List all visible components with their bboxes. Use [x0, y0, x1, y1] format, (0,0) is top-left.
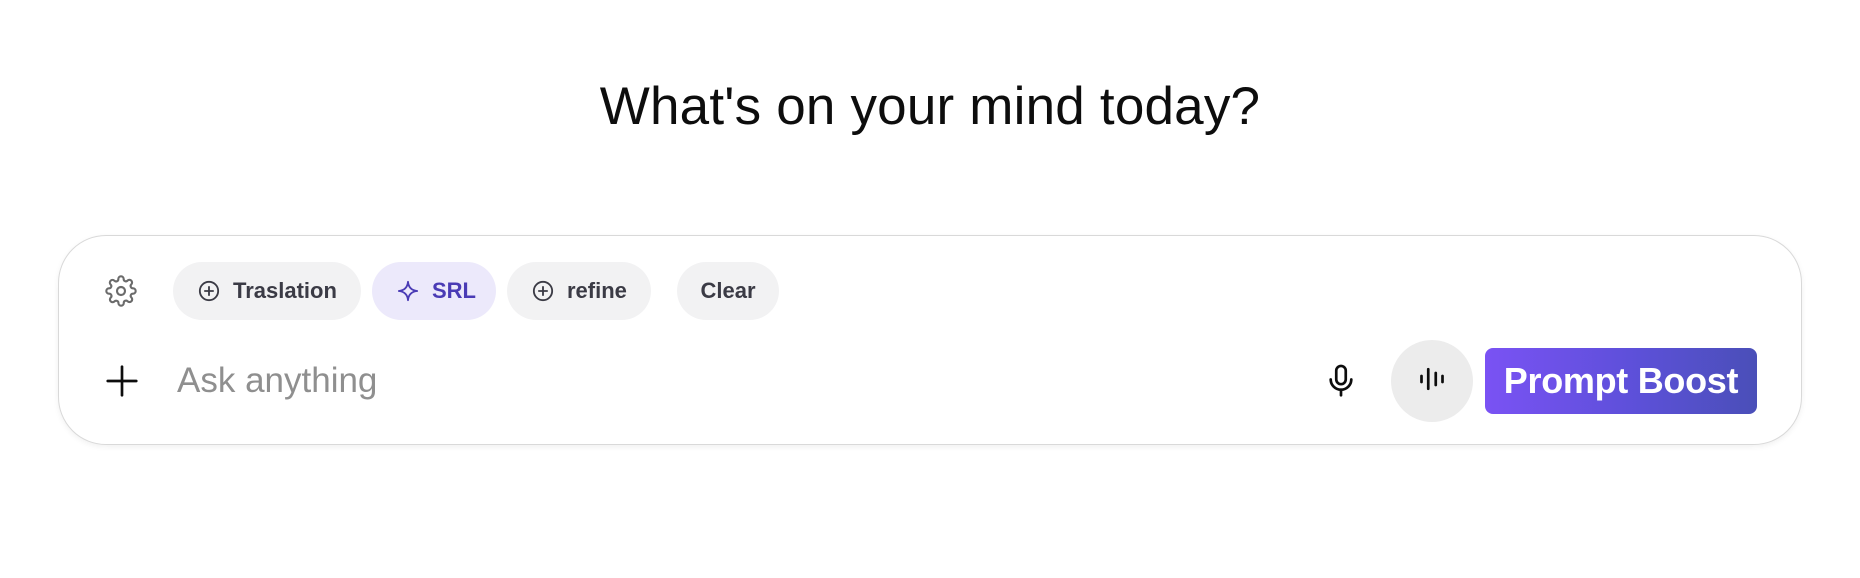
plus-circle-icon	[531, 279, 555, 303]
chat-composer: Traslation SRL refine Clear Ask anything…	[58, 235, 1802, 445]
microphone-icon[interactable]	[1322, 362, 1360, 400]
chip-translation[interactable]: Traslation	[173, 262, 361, 320]
chip-srl[interactable]: SRL	[372, 262, 496, 320]
chip-label: Traslation	[233, 278, 337, 303]
chip-refine[interactable]: refine	[507, 262, 651, 320]
clear-label: Clear	[700, 278, 756, 303]
chip-label: refine	[567, 278, 627, 303]
page-title: What's on your mind today?	[599, 77, 1261, 136]
chip-label: SRL	[432, 278, 476, 303]
prompt-boost-button[interactable]: Prompt Boost	[1485, 348, 1757, 414]
composer-input-row: Prompt Boost	[59, 340, 1801, 422]
sparkle-icon	[396, 279, 420, 303]
clear-button[interactable]: Clear	[677, 262, 779, 320]
plus-icon[interactable]	[103, 362, 141, 400]
gear-icon[interactable]	[105, 275, 137, 307]
page: What's on your mind today? Traslation SR…	[0, 0, 1860, 578]
voice-mode-button[interactable]	[1391, 340, 1473, 422]
plus-circle-icon	[197, 279, 221, 303]
voice-waveform-icon	[1414, 361, 1450, 402]
prompt-input[interactable]	[177, 358, 1177, 404]
